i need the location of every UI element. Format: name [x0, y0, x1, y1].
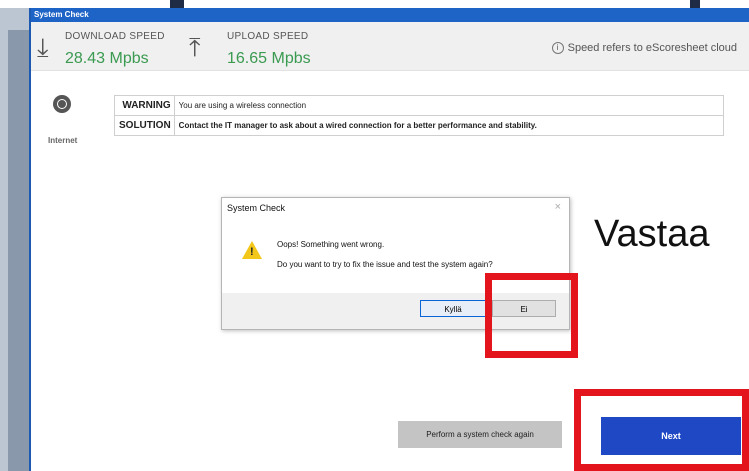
- warning-text: You are using a wireless connection: [173, 95, 725, 116]
- annotation-highlight-no: [485, 273, 578, 358]
- overlay-instruction-text: Vastaa: [594, 213, 710, 255]
- close-icon[interactable]: ×: [555, 201, 561, 213]
- window-title: System Check: [31, 8, 749, 22]
- warning-tag: WARNING: [114, 95, 175, 116]
- issue-row-warning: WARNING You are using a wireless connect…: [114, 95, 725, 116]
- download-speed-value: 28.43 Mpbs: [65, 50, 149, 67]
- speed-info: i Speed refers to eScoresheet cloud: [551, 42, 737, 55]
- perform-system-check-again-button[interactable]: Perform a system check again: [398, 421, 562, 448]
- issue-row-solution: SOLUTION Contact the IT manager to ask a…: [114, 115, 725, 136]
- yes-button[interactable]: Kyllä: [420, 300, 486, 317]
- speed-info-text: Speed refers to eScoresheet cloud: [567, 42, 737, 54]
- dialog-title: System Check: [227, 203, 286, 213]
- download-speed-label: DOWNLOAD SPEED: [65, 31, 165, 42]
- background-top-mark: [170, 0, 184, 8]
- annotation-highlight-next: [574, 389, 749, 471]
- speed-bar: ⤓ DOWNLOAD SPEED 28.43 Mpbs ⤒ UPLOAD SPE…: [31, 22, 749, 71]
- upload-speed-value: 16.65 Mpbs: [227, 50, 311, 67]
- info-icon: i: [551, 42, 564, 55]
- solution-tag: SOLUTION: [114, 115, 175, 136]
- internet-issues-table: WARNING You are using a wireless connect…: [114, 95, 725, 136]
- dialog-message-line2: Do you want to try to fix the issue and …: [277, 260, 493, 269]
- warning-icon-mark: !: [250, 246, 254, 258]
- background-left-divider: [8, 30, 30, 471]
- download-arrow-icon: ⤓: [37, 32, 49, 62]
- dialog-message-line1: Oops! Something went wrong.: [277, 240, 385, 249]
- upload-speed-label: UPLOAD SPEED: [227, 31, 309, 42]
- background-top-mark: [690, 0, 700, 8]
- upload-arrow-icon: ⤒: [189, 32, 201, 62]
- globe-icon: [53, 95, 71, 113]
- background-top-strip: [0, 0, 749, 8]
- solution-text: Contact the IT manager to ask about a wi…: [173, 115, 725, 136]
- internet-label: Internet: [48, 136, 78, 145]
